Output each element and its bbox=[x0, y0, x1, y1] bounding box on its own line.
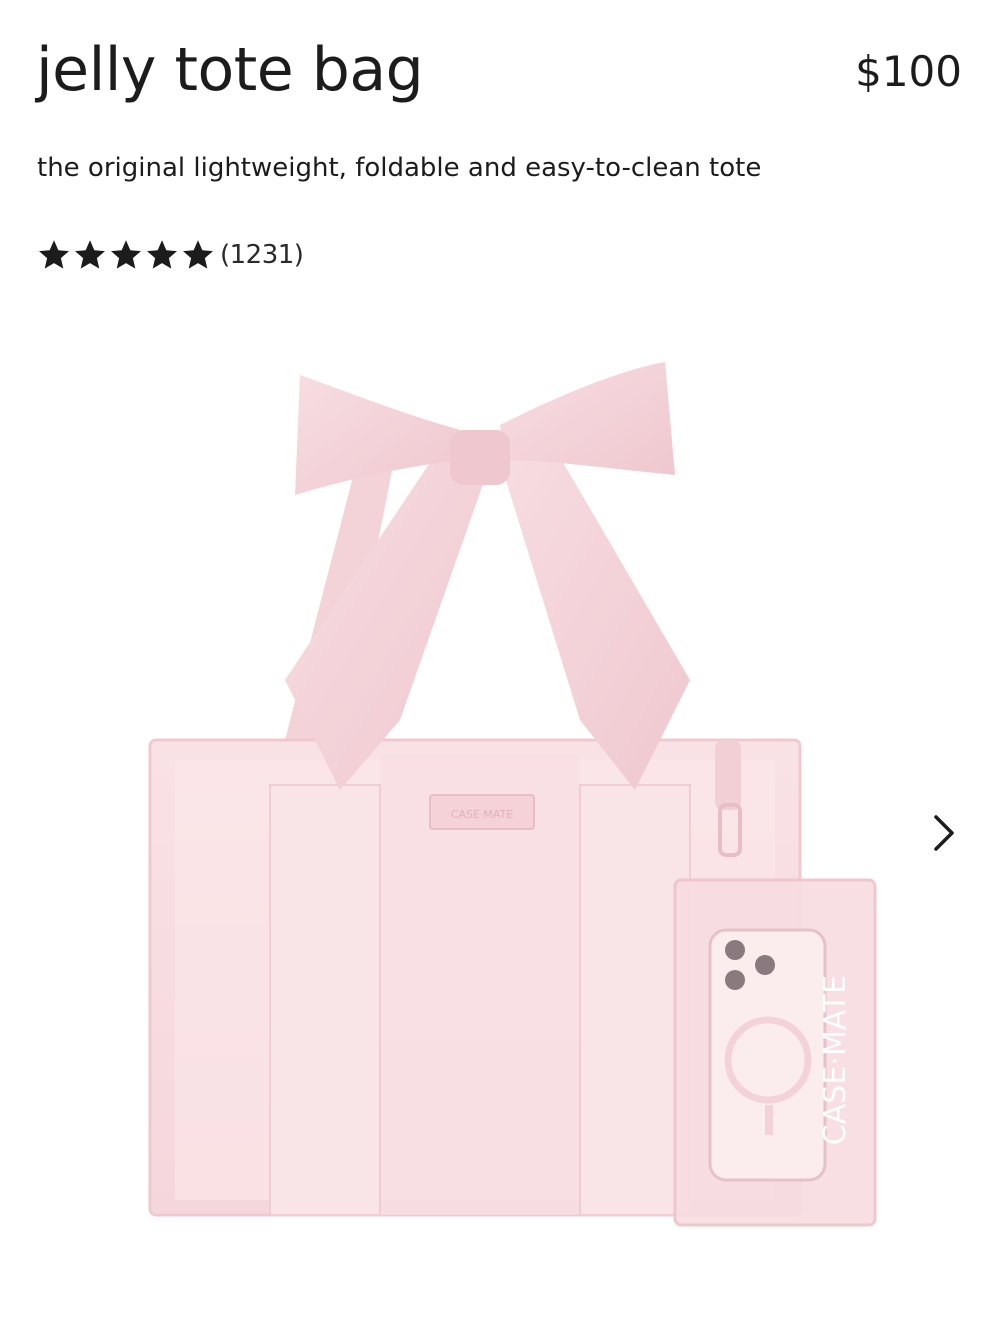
product-rating[interactable]: (1231) bbox=[36, 232, 304, 278]
product-image[interactable]: CASE·MATE CASE·MATE bbox=[100, 300, 920, 1260]
star-rating bbox=[36, 237, 216, 273]
star-icon bbox=[39, 240, 69, 269]
product-price: $100 bbox=[855, 47, 962, 96]
product-subtitle: the original lightweight, foldable and e… bbox=[37, 153, 762, 183]
review-count[interactable]: (1231) bbox=[220, 240, 304, 270]
star-icon bbox=[147, 240, 177, 269]
bow-tail-left bbox=[285, 440, 495, 790]
next-image-button[interactable] bbox=[915, 805, 971, 861]
svg-text:CASE·MATE: CASE·MATE bbox=[818, 975, 853, 1145]
bow-knot bbox=[450, 430, 510, 485]
star-icon bbox=[75, 240, 105, 269]
svg-text:CASE·MATE: CASE·MATE bbox=[451, 808, 514, 821]
bow-loop-right bbox=[500, 362, 675, 475]
chevron-right-icon bbox=[934, 815, 954, 851]
star-icon bbox=[111, 240, 141, 269]
star-icon bbox=[183, 240, 213, 269]
bow-tail-right bbox=[495, 440, 690, 790]
product-title: jelly tote bag bbox=[36, 35, 424, 105]
